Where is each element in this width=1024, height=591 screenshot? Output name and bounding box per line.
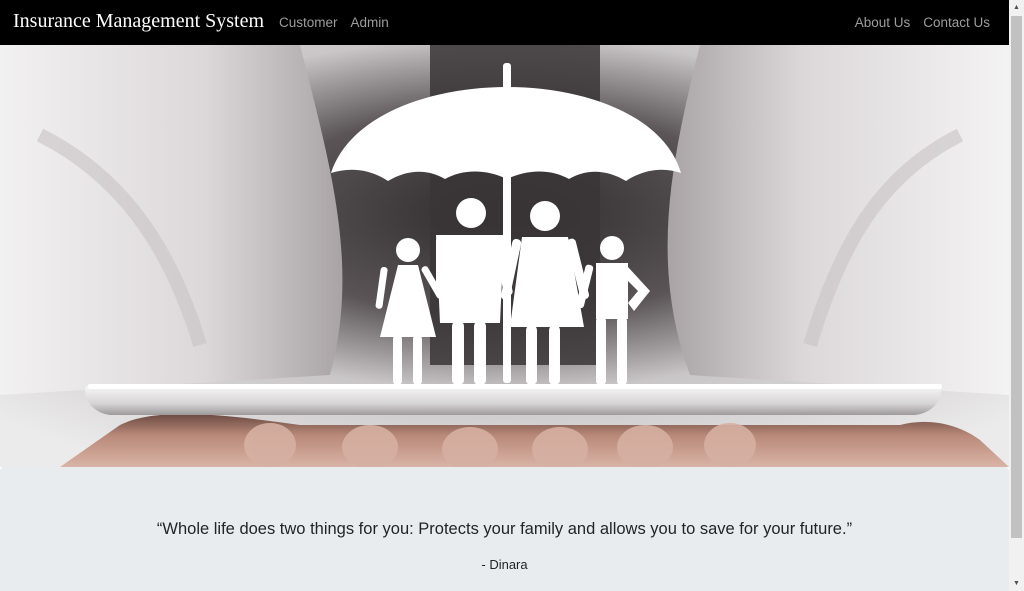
hero-image: [0, 45, 1009, 467]
brand-link[interactable]: Insurance Management System: [13, 10, 264, 33]
quote-author: - Dinara: [481, 557, 528, 572]
navbar: Insurance Management System Customer Adm…: [0, 0, 1009, 45]
quote-section: “Whole life does two things for you: Pro…: [0, 467, 1009, 591]
nav-left: Customer Admin: [279, 15, 389, 30]
triangle-down-icon[interactable]: ▼: [1009, 576, 1024, 591]
scrollbar-thumb[interactable]: [1011, 16, 1022, 538]
vertical-scrollbar[interactable]: ▲ ▼: [1009, 0, 1024, 591]
page: Insurance Management System Customer Adm…: [0, 0, 1009, 591]
nav-link-contact-us[interactable]: Contact Us: [923, 15, 990, 30]
nav-link-admin[interactable]: Admin: [351, 15, 389, 30]
nav-right: About Us Contact Us: [855, 15, 990, 30]
nav-link-about-us[interactable]: About Us: [855, 15, 911, 30]
triangle-up-icon[interactable]: ▲: [1009, 0, 1024, 15]
family-umbrella-illustration: [0, 45, 1009, 467]
quote-text: “Whole life does two things for you: Pro…: [156, 520, 853, 538]
nav-link-customer[interactable]: Customer: [279, 15, 338, 30]
